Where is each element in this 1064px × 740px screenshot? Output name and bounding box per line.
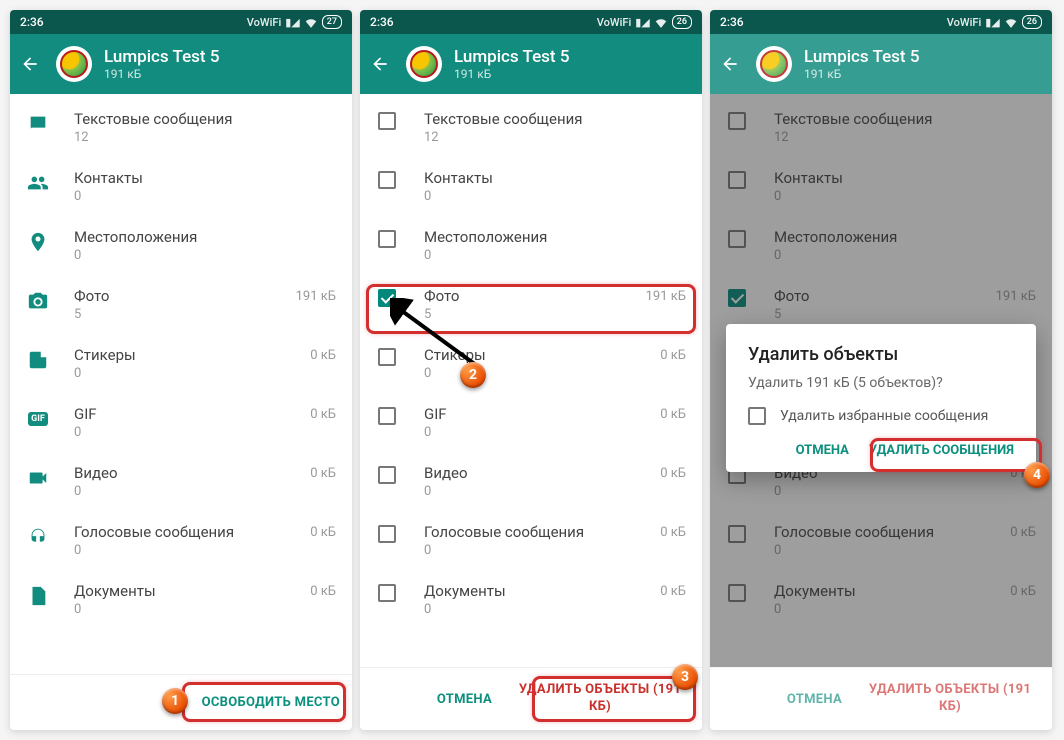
delete-dialog: Удалить объекты Удалить 191 кБ (5 объект… — [726, 324, 1036, 472]
item-photo[interactable]: Фото5191 кБ — [10, 275, 352, 334]
contacts-icon — [26, 171, 50, 195]
vowifi-icon: VoWiFi — [947, 16, 981, 29]
chat-title: Lumpics Test 5 — [804, 47, 919, 67]
vowifi-icon: VoWiFi — [597, 16, 631, 29]
checkbox[interactable] — [378, 584, 396, 602]
item-docs[interactable]: Документы00 кБ — [360, 570, 702, 629]
screen-3: 2:36 VoWiFi ▮◢ 26 Lumpics Test 5 191 кБ … — [710, 10, 1052, 730]
checkbox[interactable] — [378, 407, 396, 425]
app-header: Lumpics Test 5 191 кБ — [10, 34, 352, 94]
chat-subtitle: 191 кБ — [804, 67, 919, 81]
screen-1: 2:36 VoWiFi ▮◢ 27 Lumpics Test 5 191 кБ … — [10, 10, 352, 730]
item-location[interactable]: Местоположения0 — [10, 216, 352, 275]
status-time: 2:36 — [20, 15, 44, 29]
item-contacts[interactable]: Контакты0 — [360, 157, 702, 216]
chat-title: Lumpics Test 5 — [454, 47, 569, 67]
status-time: 2:36 — [720, 15, 744, 29]
delete-objects-button: УДАЛИТЬ ОБЪЕКТЫ (191 КБ) — [860, 682, 1040, 716]
dialog-title: Удалить объекты — [748, 344, 1014, 365]
item-location[interactable]: Местоположения0 — [360, 216, 702, 275]
stickers-icon — [26, 348, 50, 372]
text-messages-icon — [26, 112, 50, 136]
wifi-icon — [1004, 16, 1018, 28]
item-docs[interactable]: Документы00 кБ — [10, 570, 352, 629]
video-icon — [26, 466, 50, 490]
item-gif[interactable]: GIF GIF00 кБ — [10, 393, 352, 452]
status-bar: 2:36 VoWiFi ▮◢ 26 — [710, 10, 1052, 34]
dialog-cancel-button[interactable]: ОТМЕНА — [796, 443, 849, 458]
chat-subtitle: 191 кБ — [454, 67, 569, 81]
item-text-messages[interactable]: Текстовые сообщения12 — [10, 98, 352, 157]
annotation-bubble-2: 2 — [460, 362, 486, 388]
app-header: Lumpics Test 5 191 кБ — [360, 34, 702, 94]
delete-objects-button[interactable]: УДАЛИТЬ ОБЪЕКТЫ (191 КБ) — [510, 682, 690, 716]
back-arrow-icon[interactable] — [18, 52, 42, 76]
screen-2: 2:36 VoWiFi ▮◢ 26 Lumpics Test 5 191 кБ … — [360, 10, 702, 730]
annotation-bubble-4: 4 — [1024, 462, 1050, 488]
wifi-icon — [654, 16, 668, 28]
item-video[interactable]: Видео00 кБ — [360, 452, 702, 511]
checkbox[interactable] — [378, 525, 396, 543]
free-space-button[interactable]: ОСВОБОДИТЬ МЕСТО — [202, 695, 340, 710]
docs-icon — [26, 584, 50, 608]
cancel-button[interactable]: ОТМЕНА — [437, 692, 492, 707]
status-time: 2:36 — [370, 15, 394, 29]
location-icon — [26, 230, 50, 254]
chat-title: Lumpics Test 5 — [104, 47, 219, 67]
battery-icon: 27 — [322, 15, 342, 29]
gif-icon: GIF — [26, 407, 50, 431]
vowifi-icon: VoWiFi — [247, 16, 281, 29]
footer: ОТМЕНА УДАЛИТЬ ОБЪЕКТЫ (191 КБ) — [710, 667, 1052, 730]
back-arrow-icon[interactable] — [368, 52, 392, 76]
dialog-confirm-button[interactable]: УДАЛИТЬ СООБЩЕНИЯ — [869, 443, 1014, 458]
item-text-messages[interactable]: Текстовые сообщения12 — [360, 98, 702, 157]
avatar — [56, 46, 92, 82]
item-voice[interactable]: Голосовые сообщения00 кБ — [10, 511, 352, 570]
avatar — [756, 46, 792, 82]
back-arrow-icon[interactable] — [718, 52, 742, 76]
signal-icon: ▮◢ — [985, 16, 1000, 29]
footer: ОТМЕНА УДАЛИТЬ ОБЪЕКТЫ (191 КБ) — [360, 667, 702, 730]
dialog-checkbox[interactable] — [748, 407, 766, 425]
annotation-bubble-3: 3 — [672, 664, 698, 690]
status-bar: 2:36 VoWiFi ▮◢ 26 — [360, 10, 702, 34]
wifi-icon — [304, 16, 318, 28]
checkbox[interactable] — [378, 112, 396, 130]
checkbox[interactable] — [378, 466, 396, 484]
battery-icon: 26 — [1022, 15, 1042, 29]
voice-icon — [26, 525, 50, 549]
app-header: Lumpics Test 5 191 кБ — [710, 34, 1052, 94]
chat-subtitle: 191 кБ — [104, 67, 219, 81]
item-video[interactable]: Видео00 кБ — [10, 452, 352, 511]
item-voice[interactable]: Голосовые сообщения00 кБ — [360, 511, 702, 570]
signal-icon: ▮◢ — [285, 16, 300, 29]
item-contacts[interactable]: Контакты0 — [10, 157, 352, 216]
cancel-button: ОТМЕНА — [787, 692, 842, 707]
annotation-bubble-1: 1 — [162, 688, 188, 714]
checkbox[interactable] — [378, 171, 396, 189]
dialog-message: Удалить 191 кБ (5 объектов)? — [748, 375, 1014, 391]
battery-icon: 26 — [672, 15, 692, 29]
avatar — [406, 46, 442, 82]
checkbox[interactable] — [378, 230, 396, 248]
photo-icon — [26, 289, 50, 313]
signal-icon: ▮◢ — [635, 16, 650, 29]
dialog-option-label: Удалить избранные сообщения — [780, 408, 988, 424]
item-stickers[interactable]: Стикеры00 кБ — [10, 334, 352, 393]
item-gif[interactable]: GIF00 кБ — [360, 393, 702, 452]
status-bar: 2:36 VoWiFi ▮◢ 27 — [10, 10, 352, 34]
